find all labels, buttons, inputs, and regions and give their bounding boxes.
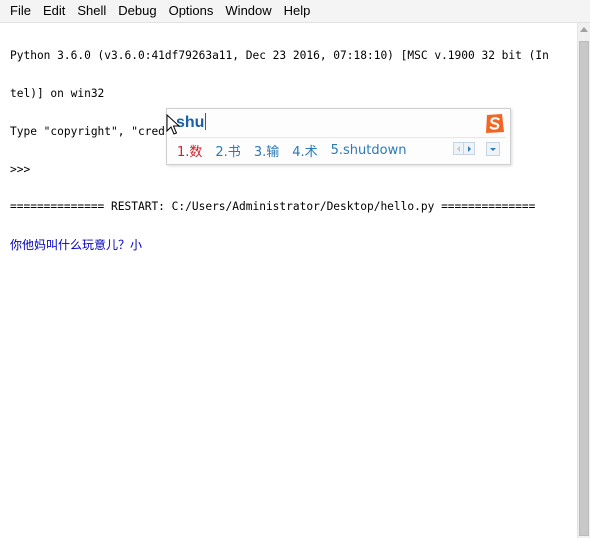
menu-edit[interactable]: Edit	[37, 0, 71, 22]
menu-window[interactable]: Window	[219, 0, 277, 22]
banner-line-1: Python 3.6.0 (v3.6.0:41df79263a11, Dec 2…	[10, 50, 549, 63]
dropdown-icon[interactable]	[486, 142, 500, 156]
ime-candidate-2[interactable]: 2.书	[215, 141, 240, 160]
shell-text-area[interactable]: Python 3.6.0 (v3.6.0:41df79263a11, Dec 2…	[0, 23, 577, 538]
vertical-scrollbar[interactable]	[577, 23, 590, 538]
ime-candidate-3[interactable]: 3.输	[254, 141, 279, 160]
menu-file[interactable]: File	[0, 0, 37, 22]
prompt-line: >>>	[10, 163, 37, 176]
menu-help[interactable]: Help	[278, 0, 317, 22]
menu-shell[interactable]: Shell	[71, 0, 112, 22]
ime-divider	[171, 137, 506, 138]
ime-candidate-4[interactable]: 4.术	[292, 141, 317, 160]
ime-candidate-list: 1.数 2.书 3.输 4.术 5.shutdown	[177, 140, 419, 160]
ime-composition: shu	[176, 113, 207, 132]
ime-page-nav	[453, 142, 475, 155]
mouse-pointer-icon	[166, 114, 180, 135]
menu-options[interactable]: Options	[163, 0, 220, 22]
scrollbar-thumb[interactable]	[579, 41, 589, 536]
page-next-icon[interactable]	[464, 142, 475, 155]
ime-candidate-window: shu 1.数 2.书 3.输 4.术 5.shutdown	[166, 108, 511, 165]
menu-debug[interactable]: Debug	[112, 0, 162, 22]
menu-bar: File Edit Shell Debug Options Window Hel…	[0, 0, 590, 23]
banner-line-2: tel)] on win32	[10, 87, 105, 100]
text-caret	[205, 113, 207, 130]
scroll-up-arrow-icon[interactable]	[580, 27, 588, 32]
idle-shell-window: File Edit Shell Debug Options Window Hel…	[0, 0, 590, 538]
ime-candidate-5[interactable]: 5.shutdown	[331, 143, 407, 158]
program-output-line: 你他妈叫什么玩意儿？小	[10, 239, 143, 252]
page-prev-icon[interactable]	[453, 142, 464, 155]
ime-candidate-1[interactable]: 1.数	[177, 141, 202, 160]
sogou-s-logo-icon[interactable]	[484, 113, 505, 134]
restart-line: ============== RESTART: C:/Users/Adminis…	[10, 201, 536, 214]
ime-composition-text: shu	[176, 114, 205, 131]
